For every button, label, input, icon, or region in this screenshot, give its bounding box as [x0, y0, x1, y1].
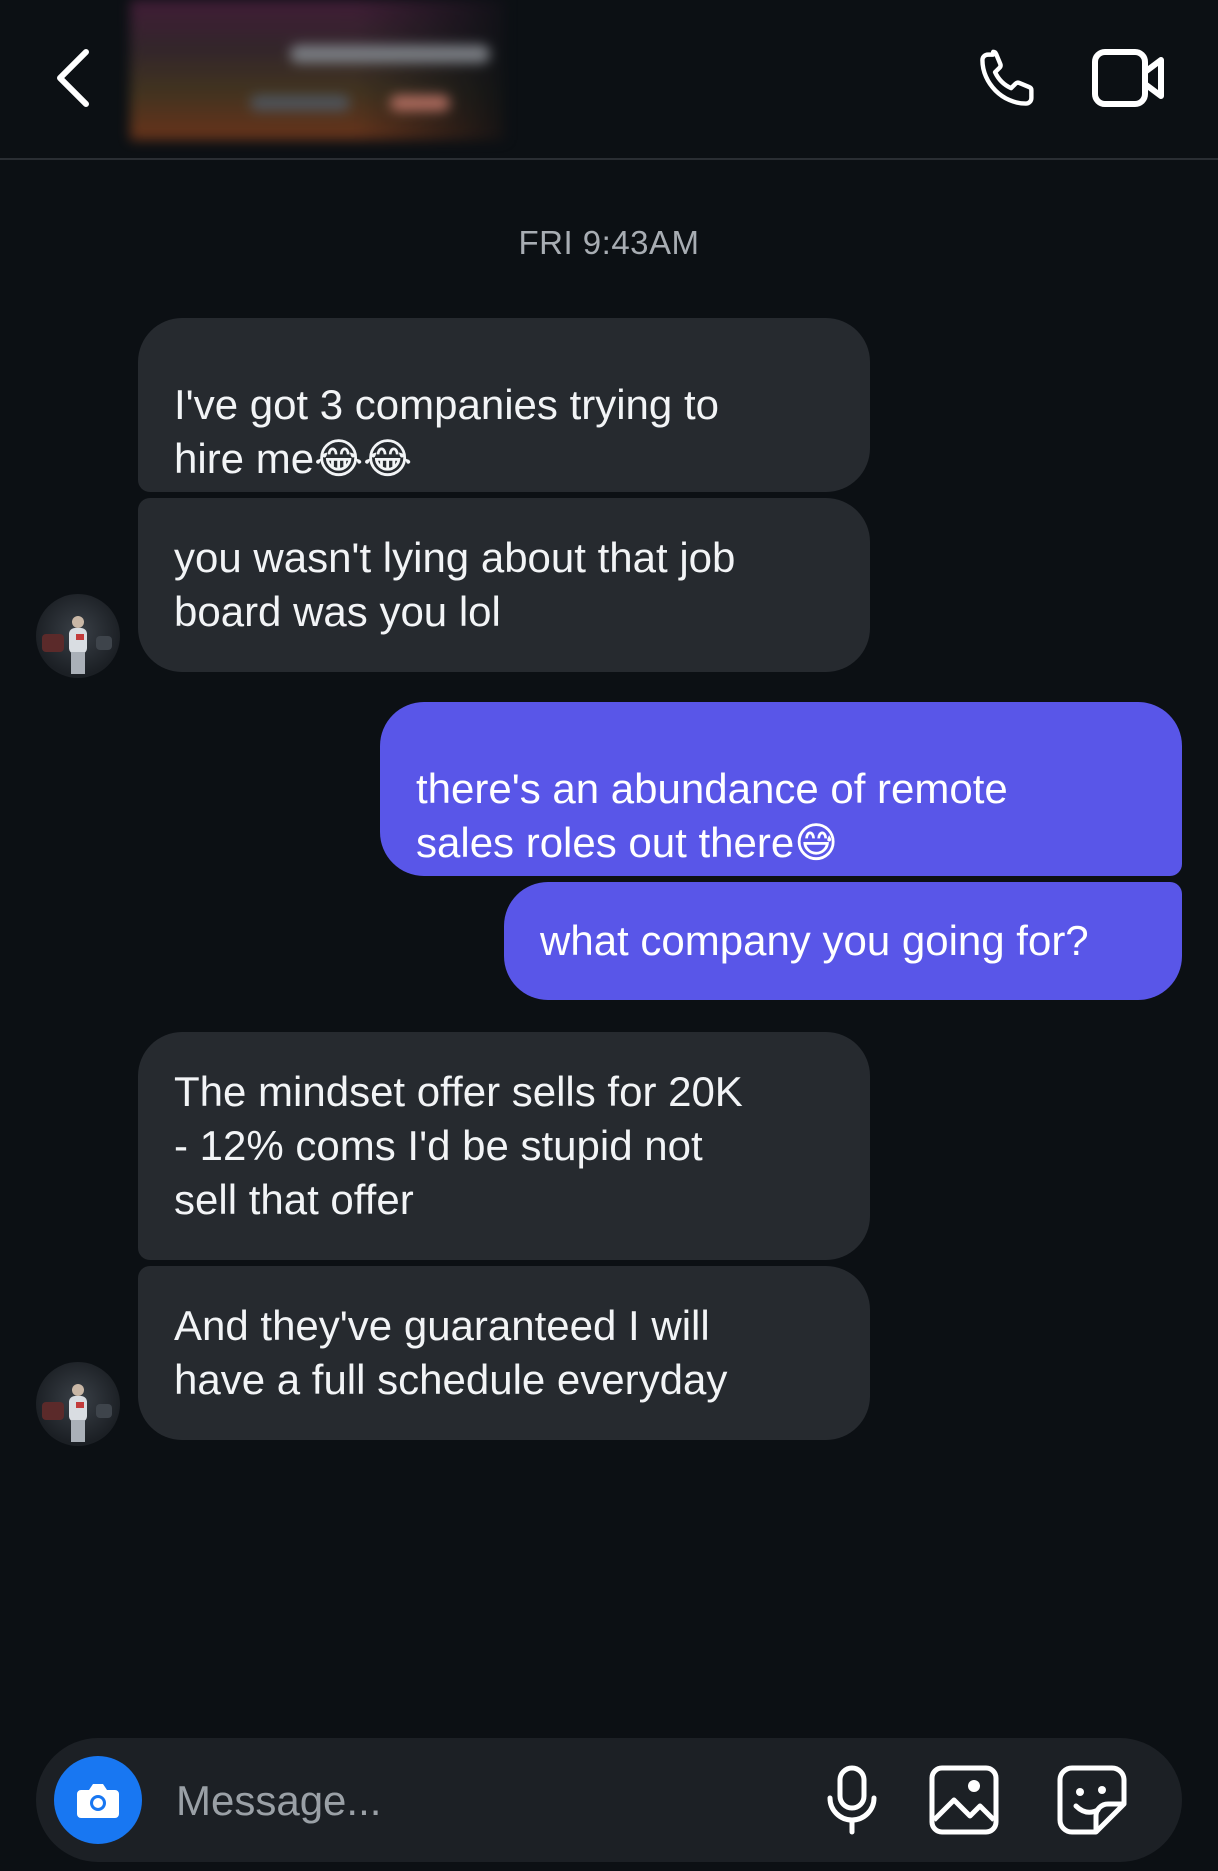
message-input[interactable] [174, 1768, 818, 1834]
voice-message-button[interactable] [812, 1760, 892, 1840]
incoming-message[interactable]: I've got 3 companies trying to hire me😂😂 [138, 318, 870, 492]
gallery-button[interactable] [924, 1760, 1004, 1840]
message-text: And they've guaranteed I will have a ful… [174, 1302, 728, 1403]
back-button[interactable] [44, 40, 100, 116]
incoming-message[interactable]: The mindset offer sells for 20K - 12% co… [138, 1032, 870, 1260]
chevron-left-icon [57, 49, 89, 107]
laughing-emoji: 😂😂 [314, 434, 413, 483]
incoming-message[interactable]: And they've guaranteed I will have a ful… [138, 1266, 870, 1440]
contact-avatar[interactable] [36, 1362, 120, 1446]
video-camera-icon [1092, 49, 1164, 107]
microphone-icon [827, 1765, 877, 1835]
image-gallery-icon [929, 1765, 999, 1835]
message-text: The mindset offer sells for 20K - 12% co… [174, 1068, 743, 1223]
message-timestamp: FRI 9:43AM [518, 224, 700, 261]
message-text: you wasn't lying about that job board wa… [174, 534, 736, 635]
outgoing-message[interactable]: what company you going for? [504, 882, 1182, 1000]
sticker-icon [1057, 1765, 1127, 1835]
chat-header [0, 0, 1218, 160]
message-composer [36, 1738, 1182, 1862]
voice-call-button[interactable] [972, 38, 1044, 118]
message-text: there's an abundance of remote sales rol… [416, 765, 1008, 866]
sticker-button[interactable] [1052, 1760, 1132, 1840]
video-call-button[interactable] [1088, 38, 1170, 118]
outgoing-message[interactable]: there's an abundance of remote sales rol… [380, 702, 1182, 876]
camera-button[interactable] [54, 1756, 142, 1844]
contact-profile-redacted[interactable] [130, 0, 505, 140]
camera-icon [77, 1784, 119, 1818]
phone-icon [980, 49, 1034, 106]
message-text: I've got 3 companies trying to hire me [174, 381, 719, 482]
message-text: what company you going for? [540, 917, 1089, 964]
contact-avatar[interactable] [36, 594, 120, 678]
incoming-message[interactable]: you wasn't lying about that job board wa… [138, 498, 870, 672]
sweat-smile-emoji: 😅 [794, 818, 839, 867]
